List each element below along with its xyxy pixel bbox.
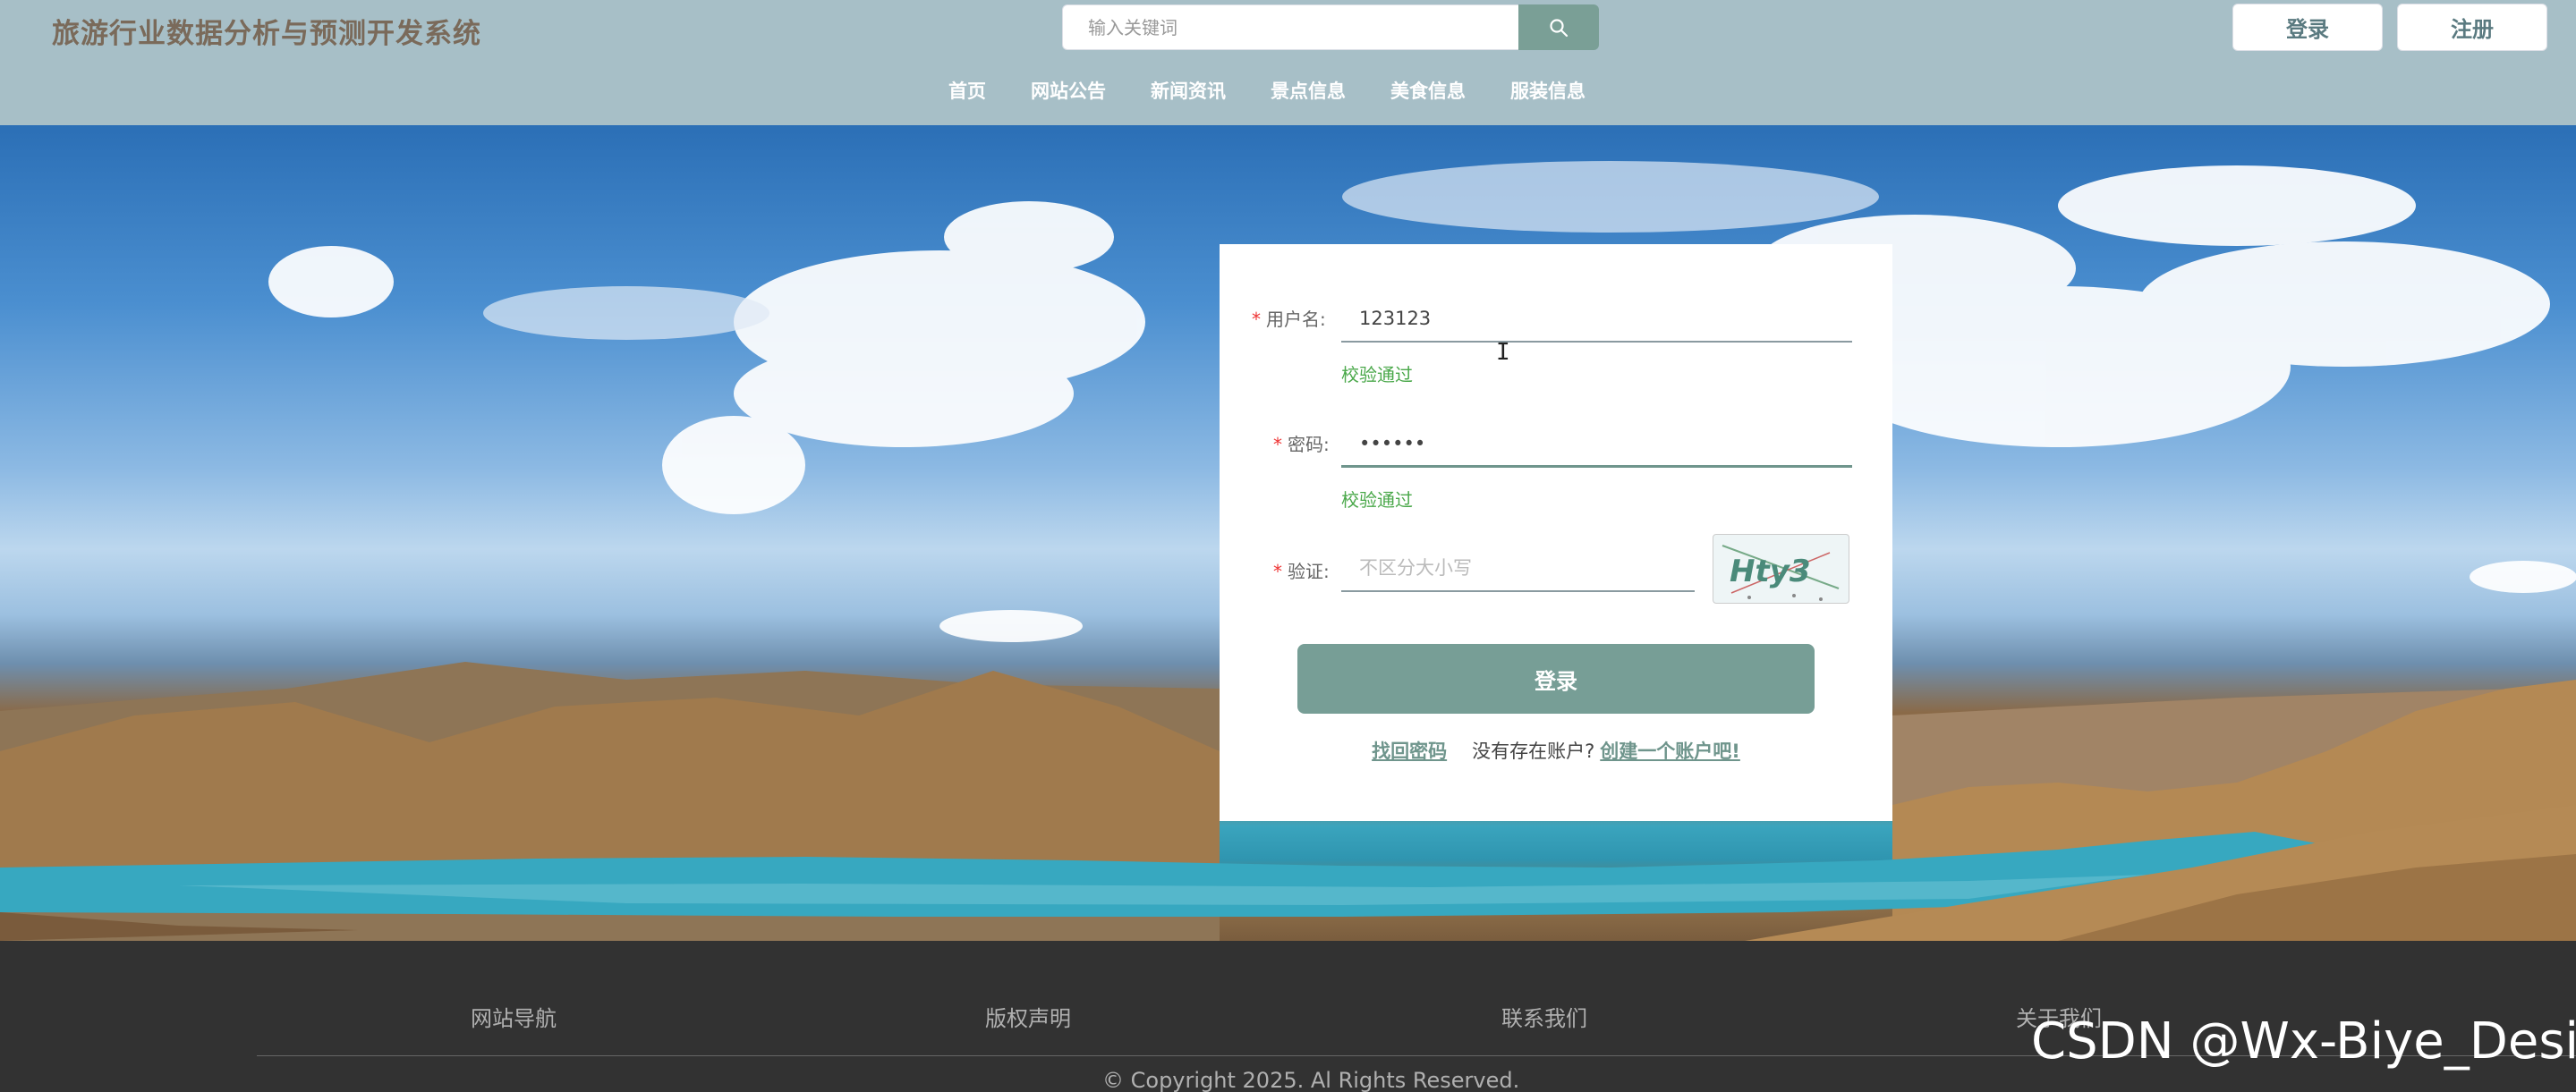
- captcha-image[interactable]: Hty3: [1713, 534, 1849, 604]
- create-account-link[interactable]: 创建一个账户吧!: [1600, 737, 1740, 764]
- password-validation-message: 校验通过: [1341, 489, 1413, 511]
- no-account-text: 没有存在账户?: [1472, 741, 1595, 762]
- username-field: [1341, 296, 1852, 343]
- nav-item-clothing[interactable]: 服装信息: [1510, 77, 1586, 104]
- captcha-input[interactable]: [1359, 557, 1695, 579]
- login-links: 找回密码 没有存在账户? 创建一个账户吧!: [1220, 737, 1892, 764]
- forgot-password-link[interactable]: 找回密码: [1372, 737, 1447, 764]
- footer-link-copyright-notice[interactable]: 版权声明: [985, 1001, 1071, 1032]
- captcha-label: * 验证:: [1273, 561, 1330, 582]
- copyright-text: © Copyright 2025. Al Rights Reserved.: [1102, 1068, 1520, 1092]
- captcha-text: Hty3: [1730, 554, 1811, 589]
- site-title: 旅游行业数据分析与预测开发系统: [52, 18, 481, 50]
- nav-item-news[interactable]: 新闻资讯: [1151, 77, 1226, 104]
- username-input[interactable]: [1359, 308, 1852, 329]
- login-card: *用户名: 校验通过 *密码: 校验通过 *验证: Hty3 登录 找回密码 没…: [1220, 244, 1892, 821]
- nav-item-food[interactable]: 美食信息: [1390, 77, 1466, 104]
- search-icon: [1550, 18, 1569, 37]
- captcha-field: [1341, 546, 1695, 592]
- footer-link-site-nav[interactable]: 网站导航: [471, 1001, 557, 1032]
- top-header: 旅游行业数据分析与预测开发系统 登录 注册 首页 网站公告 新闻资讯 景点信息 …: [0, 0, 2576, 125]
- nav-item-announcements[interactable]: 网站公告: [1031, 77, 1106, 104]
- captcha-graphic: Hty3: [1722, 545, 1840, 601]
- login-submit-button[interactable]: 登录: [1297, 644, 1815, 714]
- header-login-button[interactable]: 登录: [2232, 4, 2383, 51]
- main-nav: 首页 网站公告 新闻资讯 景点信息 美食信息 服装信息: [948, 77, 1630, 104]
- watermark-text: CSDN @Wx-Biye_Design: [2031, 1012, 2576, 1071]
- password-label: * 密码:: [1273, 434, 1330, 455]
- password-field: [1341, 421, 1852, 468]
- password-input[interactable]: [1359, 432, 1852, 454]
- nav-item-home[interactable]: 首页: [948, 77, 986, 104]
- username-validation-message: 校验通过: [1341, 364, 1413, 385]
- text-cursor-icon: I: [1496, 339, 1510, 366]
- search-bar: [1062, 4, 1599, 50]
- nav-item-attractions[interactable]: 景点信息: [1271, 77, 1346, 104]
- username-label: * 用户名:: [1252, 309, 1326, 330]
- search-input[interactable]: [1062, 4, 1518, 50]
- search-button[interactable]: [1518, 4, 1599, 50]
- footer-link-contact[interactable]: 联系我们: [1501, 1001, 1587, 1032]
- header-register-button[interactable]: 注册: [2397, 4, 2547, 51]
